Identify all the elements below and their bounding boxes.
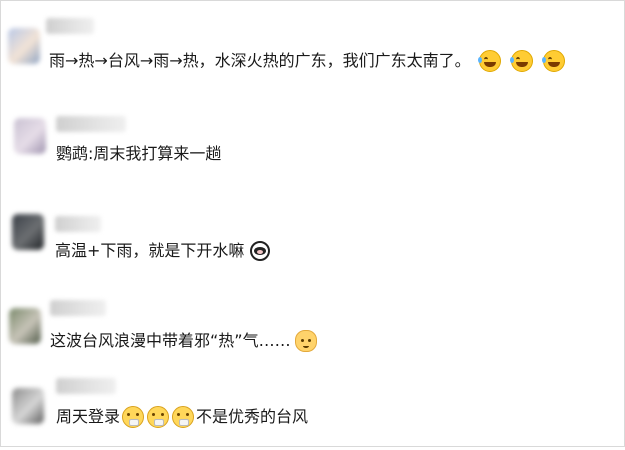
grinning-tears-icon xyxy=(509,50,533,72)
comment-body: 鹦鹉:周末我打算来一趟 xyxy=(56,144,222,163)
comment-item: 鹦鹉:周末我打算来一趟 xyxy=(0,96,625,180)
masked-face-icon xyxy=(172,406,195,428)
comment-body: 雨→热→台风→雨→热，水深火热的广东，我们广东太南了。 xyxy=(49,51,471,70)
username[interactable] xyxy=(50,300,106,316)
username[interactable] xyxy=(56,116,126,132)
comment-item: 高温+下雨，就是下开水嘛 xyxy=(0,190,625,274)
comment-body-suffix: 不是优秀的台风 xyxy=(196,407,309,426)
comment-body: 这波台风浪漫中带着邪“热”气…… xyxy=(50,331,291,350)
username[interactable] xyxy=(46,18,94,34)
comment-item: 雨→热→台风→雨→热，水深火热的广东，我们广东太南了。 xyxy=(0,6,625,90)
avatar[interactable] xyxy=(14,118,46,154)
masked-face-icon xyxy=(147,406,170,428)
grinning-tears-icon xyxy=(541,50,565,72)
comment-text: 高温+下雨，就是下开水嘛 xyxy=(55,240,271,262)
comment-item: 周天登录 不是优秀的台风 xyxy=(0,366,625,450)
username[interactable] xyxy=(55,216,101,232)
grinning-tears-icon xyxy=(477,50,501,72)
cow-face-icon xyxy=(250,241,271,261)
comment-text: 鹦鹉:周末我打算来一趟 xyxy=(56,143,221,165)
avatar[interactable] xyxy=(12,214,44,250)
cat-face-icon xyxy=(294,330,317,352)
comment-body: 高温+下雨，就是下开水嘛 xyxy=(55,241,245,260)
comment-text: 雨→热→台风→雨→热，水深火热的广东，我们广东太南了。 xyxy=(49,50,565,72)
avatar[interactable] xyxy=(8,28,40,64)
avatar[interactable] xyxy=(12,388,44,424)
avatar[interactable] xyxy=(9,308,41,344)
comment-text: 周天登录 不是优秀的台风 xyxy=(56,406,308,428)
comment-item: 这波台风浪漫中带着邪“热”气…… xyxy=(0,276,625,360)
comment-text: 这波台风浪漫中带着邪“热”气…… xyxy=(50,330,317,352)
comment-body: 周天登录 xyxy=(56,407,121,426)
username[interactable] xyxy=(56,378,116,394)
masked-face-icon xyxy=(122,406,145,428)
